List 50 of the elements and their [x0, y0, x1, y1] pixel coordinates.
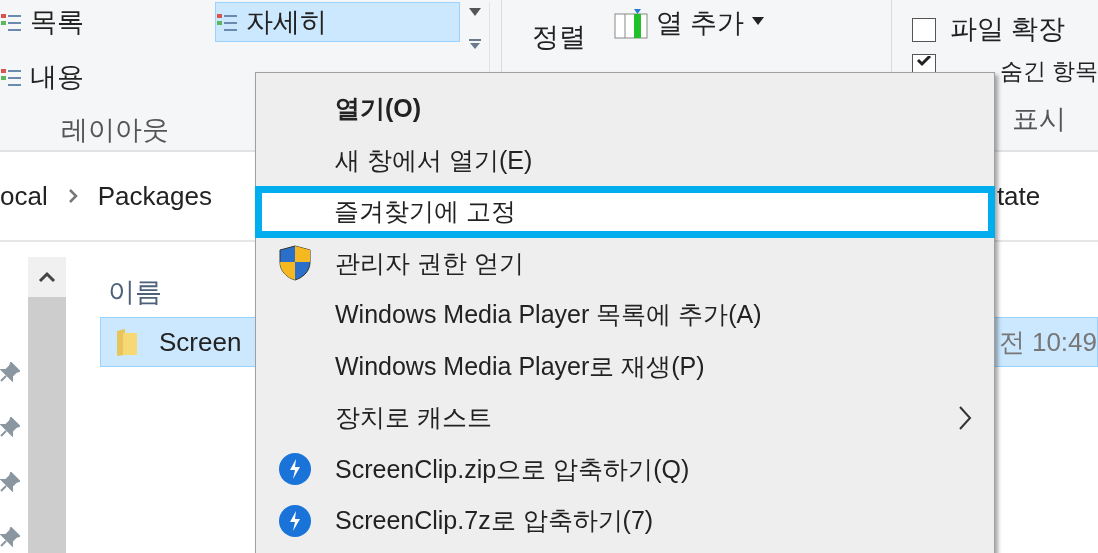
shield-icon	[278, 245, 312, 282]
pin-icon[interactable]	[0, 362, 20, 382]
checkbox-label: 숨긴 항목	[999, 56, 1098, 86]
menu-item[interactable]: Windows Media Player로 재생(P)	[256, 340, 994, 392]
menu-item[interactable]: Windows Media Player 목록에 추가(A)	[256, 289, 994, 341]
modified-date: 전 10:49	[998, 325, 1097, 359]
pin-icon[interactable]	[0, 417, 20, 437]
view-option[interactable]: 목록	[0, 2, 215, 42]
menu-item-label: Windows Media Player 목록에 추가(A)	[335, 299, 762, 330]
pin-icon[interactable]	[0, 472, 20, 492]
menu-item[interactable]: 즐겨찾기에 고정	[255, 186, 995, 238]
folder-icon	[115, 327, 139, 357]
menu-item-label: 장치로 캐스트	[335, 402, 492, 433]
menu-item-label: 관리자 권한 얻기	[335, 247, 524, 279]
menu-item[interactable]: ScreenClip.7z로 압축하기(7)	[256, 495, 994, 547]
breadcrumb-item[interactable]: Packages	[97, 176, 212, 216]
pin-icon[interactable]	[0, 527, 20, 547]
scroll-down-icon[interactable]	[468, 8, 481, 16]
list-icon	[216, 11, 238, 33]
add-column-icon[interactable]	[613, 9, 648, 39]
menu-item-label: ScreenClip.7z로 압축하기(7)	[335, 505, 654, 536]
view-option[interactable]: 내용	[0, 56, 215, 97]
dropdown-icon[interactable]	[752, 17, 765, 25]
menu-item[interactable]: 열기(O)	[256, 83, 994, 135]
sort-by-label[interactable]: 정렬	[531, 17, 586, 57]
menu-item[interactable]: ScreenClip.zip으로 압축하기(Q)	[256, 443, 994, 495]
add-column-button[interactable]: 열 추가	[655, 3, 745, 44]
scroll-up-button[interactable]	[28, 257, 66, 297]
menu-item-label: 즐겨찾기에 고정	[334, 196, 516, 227]
chevron-up-icon	[38, 271, 56, 283]
menu-item-label: Windows Media Player로 재생(P)	[335, 350, 705, 382]
list-icon	[0, 11, 22, 33]
view-option[interactable]: 자세히	[215, 2, 460, 42]
menu-item[interactable]: 장치로 캐스트	[256, 392, 994, 444]
breadcrumb-item[interactable]: ocal	[0, 176, 48, 216]
checkbox-label: 파일 확장	[949, 13, 1066, 47]
checkbox[interactable]	[911, 17, 936, 42]
menu-item-label: ScreenClip.zip으로 압축하기(Q)	[335, 453, 690, 485]
menu-item[interactable]: 새 창에서 열기(E)	[256, 134, 994, 186]
menu-item-label: 새 창에서 열기(E)	[335, 144, 533, 176]
group-label: 표시	[1011, 103, 1067, 136]
group-label: 레이아웃	[60, 113, 170, 147]
expand-icon[interactable]	[467, 38, 482, 50]
file-name: Screen	[159, 325, 242, 359]
lightning-icon	[278, 452, 312, 487]
chevron-icon	[67, 188, 78, 204]
breadcrumb-item[interactable]: tate	[996, 176, 1041, 216]
lightning-icon	[278, 503, 312, 538]
menu-item-label: 열기(O)	[335, 93, 422, 124]
menu-item[interactable]: 관리자 권한 얻기	[256, 237, 994, 289]
